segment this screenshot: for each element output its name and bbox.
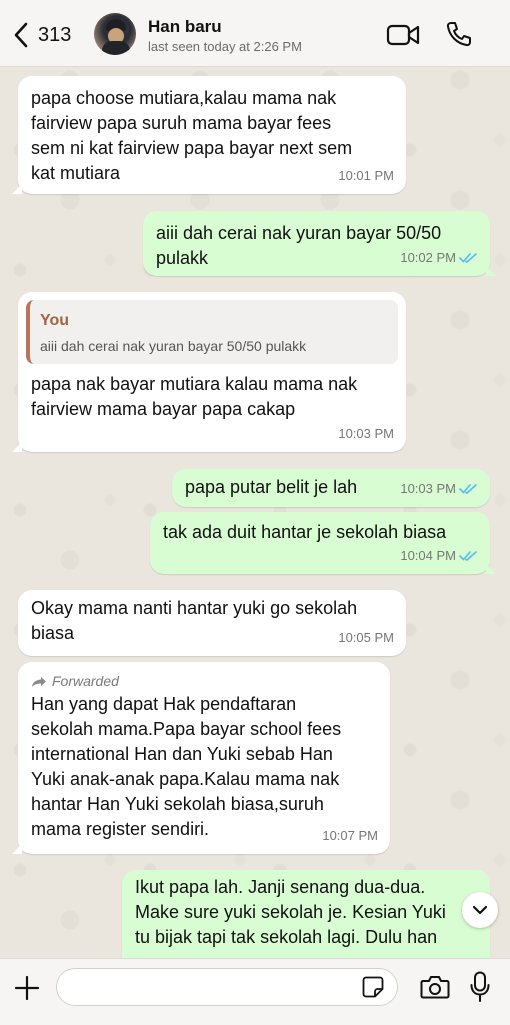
- phone-call-icon[interactable]: [445, 20, 473, 48]
- video-call-icon[interactable]: [386, 22, 420, 48]
- message-input-bar: [0, 958, 510, 1025]
- chat-header: 313 Han baru last seen today at 2:26 PM: [0, 0, 510, 67]
- message-text: tak ada duit hantar je sekolah biasa: [163, 522, 447, 542]
- read-receipt-icon: [459, 483, 477, 494]
- message-bubble-incoming-forwarded[interactable]: Forwarded Han yang dapat Hak pendaftaran…: [12, 662, 390, 854]
- message-text: papa nak bayar mutiara kalau mama nak fa…: [31, 374, 358, 419]
- last-seen-status: last seen today at 2:26 PM: [148, 39, 302, 54]
- forwarded-label: Forwarded: [52, 673, 119, 689]
- message-time: 10:03 PM: [338, 426, 394, 441]
- chevron-left-icon: [14, 22, 28, 48]
- unread-count: 313: [38, 23, 72, 46]
- message-bubble-outgoing[interactable]: aiii dah cerai nak yuran bayar 50/50 pul…: [143, 211, 496, 276]
- message-time: 10:04 PM: [400, 548, 456, 563]
- message-text: Ikut papa lah. Janji senang dua-dua. Mak…: [135, 877, 446, 947]
- message-time: 10:03 PM: [400, 481, 456, 496]
- message-bubble-outgoing[interactable]: tak ada duit hantar je sekolah biasa 10:…: [150, 512, 496, 574]
- back-button[interactable]: 313: [12, 18, 74, 52]
- forward-arrow-icon: [32, 676, 46, 687]
- message-bubble-incoming[interactable]: Okay mama nanti hantar yuki go sekolah b…: [18, 590, 406, 656]
- message-time: 10:01 PM: [338, 168, 394, 183]
- message-bubble-incoming[interactable]: papa choose mutiara,kalau mama nak fairv…: [12, 76, 406, 194]
- message-bubble-outgoing[interactable]: papa putar belit je lah 10:03 PM: [172, 469, 490, 507]
- message-bubble-incoming-reply[interactable]: You aiii dah cerai nak yuran bayar 50/50…: [12, 292, 406, 452]
- message-time: 10:05 PM: [338, 630, 394, 645]
- microphone-icon[interactable]: [470, 971, 490, 1003]
- message-text: Han yang dapat Hak pendaftaran sekolah m…: [31, 694, 342, 839]
- message-time: 10:02 PM: [400, 250, 456, 265]
- read-receipt-icon: [459, 550, 477, 561]
- plus-icon[interactable]: [14, 975, 40, 1001]
- sticker-icon[interactable]: [362, 976, 384, 998]
- message-input[interactable]: [56, 968, 398, 1006]
- avatar[interactable]: [94, 13, 136, 55]
- chevron-down-icon: [472, 905, 488, 915]
- quoted-text: aiii dah cerai nak yuran bayar 50/50 pul…: [40, 338, 307, 354]
- camera-icon[interactable]: [420, 974, 450, 1000]
- quoted-author: You: [40, 312, 70, 329]
- read-receipt-icon: [459, 252, 477, 263]
- scroll-to-bottom-button[interactable]: [462, 892, 498, 928]
- contact-name[interactable]: Han baru: [148, 17, 222, 37]
- message-time: 10:07 PM: [322, 828, 378, 843]
- quoted-message[interactable]: You aiii dah cerai nak yuran bayar 50/50…: [26, 300, 398, 364]
